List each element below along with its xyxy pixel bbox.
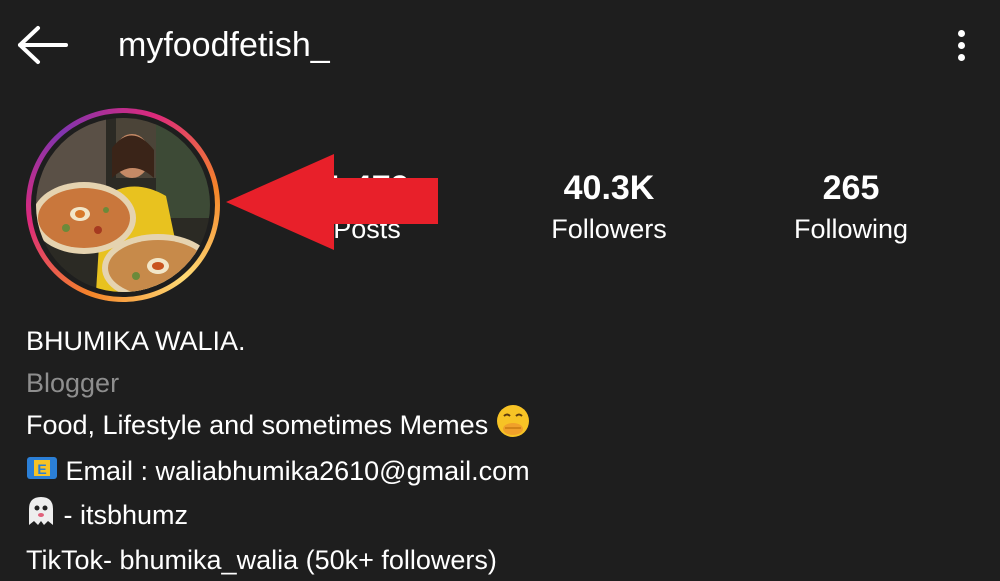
email-text[interactable]: Email : waliabhumika2610@gmail.com — [66, 456, 530, 486]
posts-count: 1,479 — [324, 169, 410, 207]
bio-line-email: E Email : waliabhumika2610@gmail.com — [26, 450, 966, 494]
more-options-icon[interactable] — [948, 26, 976, 66]
following-stat[interactable]: 265 Following — [766, 168, 936, 246]
bio-line-snapchat: - itsbhumz — [26, 494, 966, 539]
avatar-photo — [36, 118, 210, 292]
profile-avatar[interactable] — [26, 108, 220, 302]
ghost-emoji-icon — [26, 495, 56, 539]
category-label: Blogger — [26, 368, 120, 398]
top-bar: myfoodfetish_ — [0, 0, 1000, 90]
followers-label: Followers — [551, 214, 667, 244]
bio-line-interests: Food, Lifestyle and sometimes Memes — [26, 404, 966, 450]
posts-label: Posts — [333, 214, 401, 244]
e-mail-emoji-icon: E — [26, 452, 58, 494]
back-arrow-icon[interactable] — [16, 24, 70, 66]
bio-line-tiktok: TikTok- bhumika_walia (50k+ followers) — [26, 544, 497, 575]
posts-stat[interactable]: 1,479 Posts — [282, 168, 452, 246]
bio-interests-text: Food, Lifestyle and sometimes Memes — [26, 410, 489, 441]
svg-text:E: E — [37, 461, 46, 477]
hand-over-mouth-emoji-icon — [496, 404, 530, 450]
profile-bio: BHUMIKA WALIA. Blogger Food, Lifestyle a… — [26, 320, 966, 581]
following-count: 265 — [822, 169, 880, 207]
following-label: Following — [793, 214, 909, 244]
display-name: BHUMIKA WALIA. — [26, 326, 246, 356]
followers-stat[interactable]: 40.3K Followers — [524, 168, 694, 246]
followers-count: 40.3K — [563, 169, 655, 207]
profile-username: myfoodfetish_ — [118, 26, 330, 64]
snapchat-handle: - itsbhumz — [63, 499, 189, 530]
